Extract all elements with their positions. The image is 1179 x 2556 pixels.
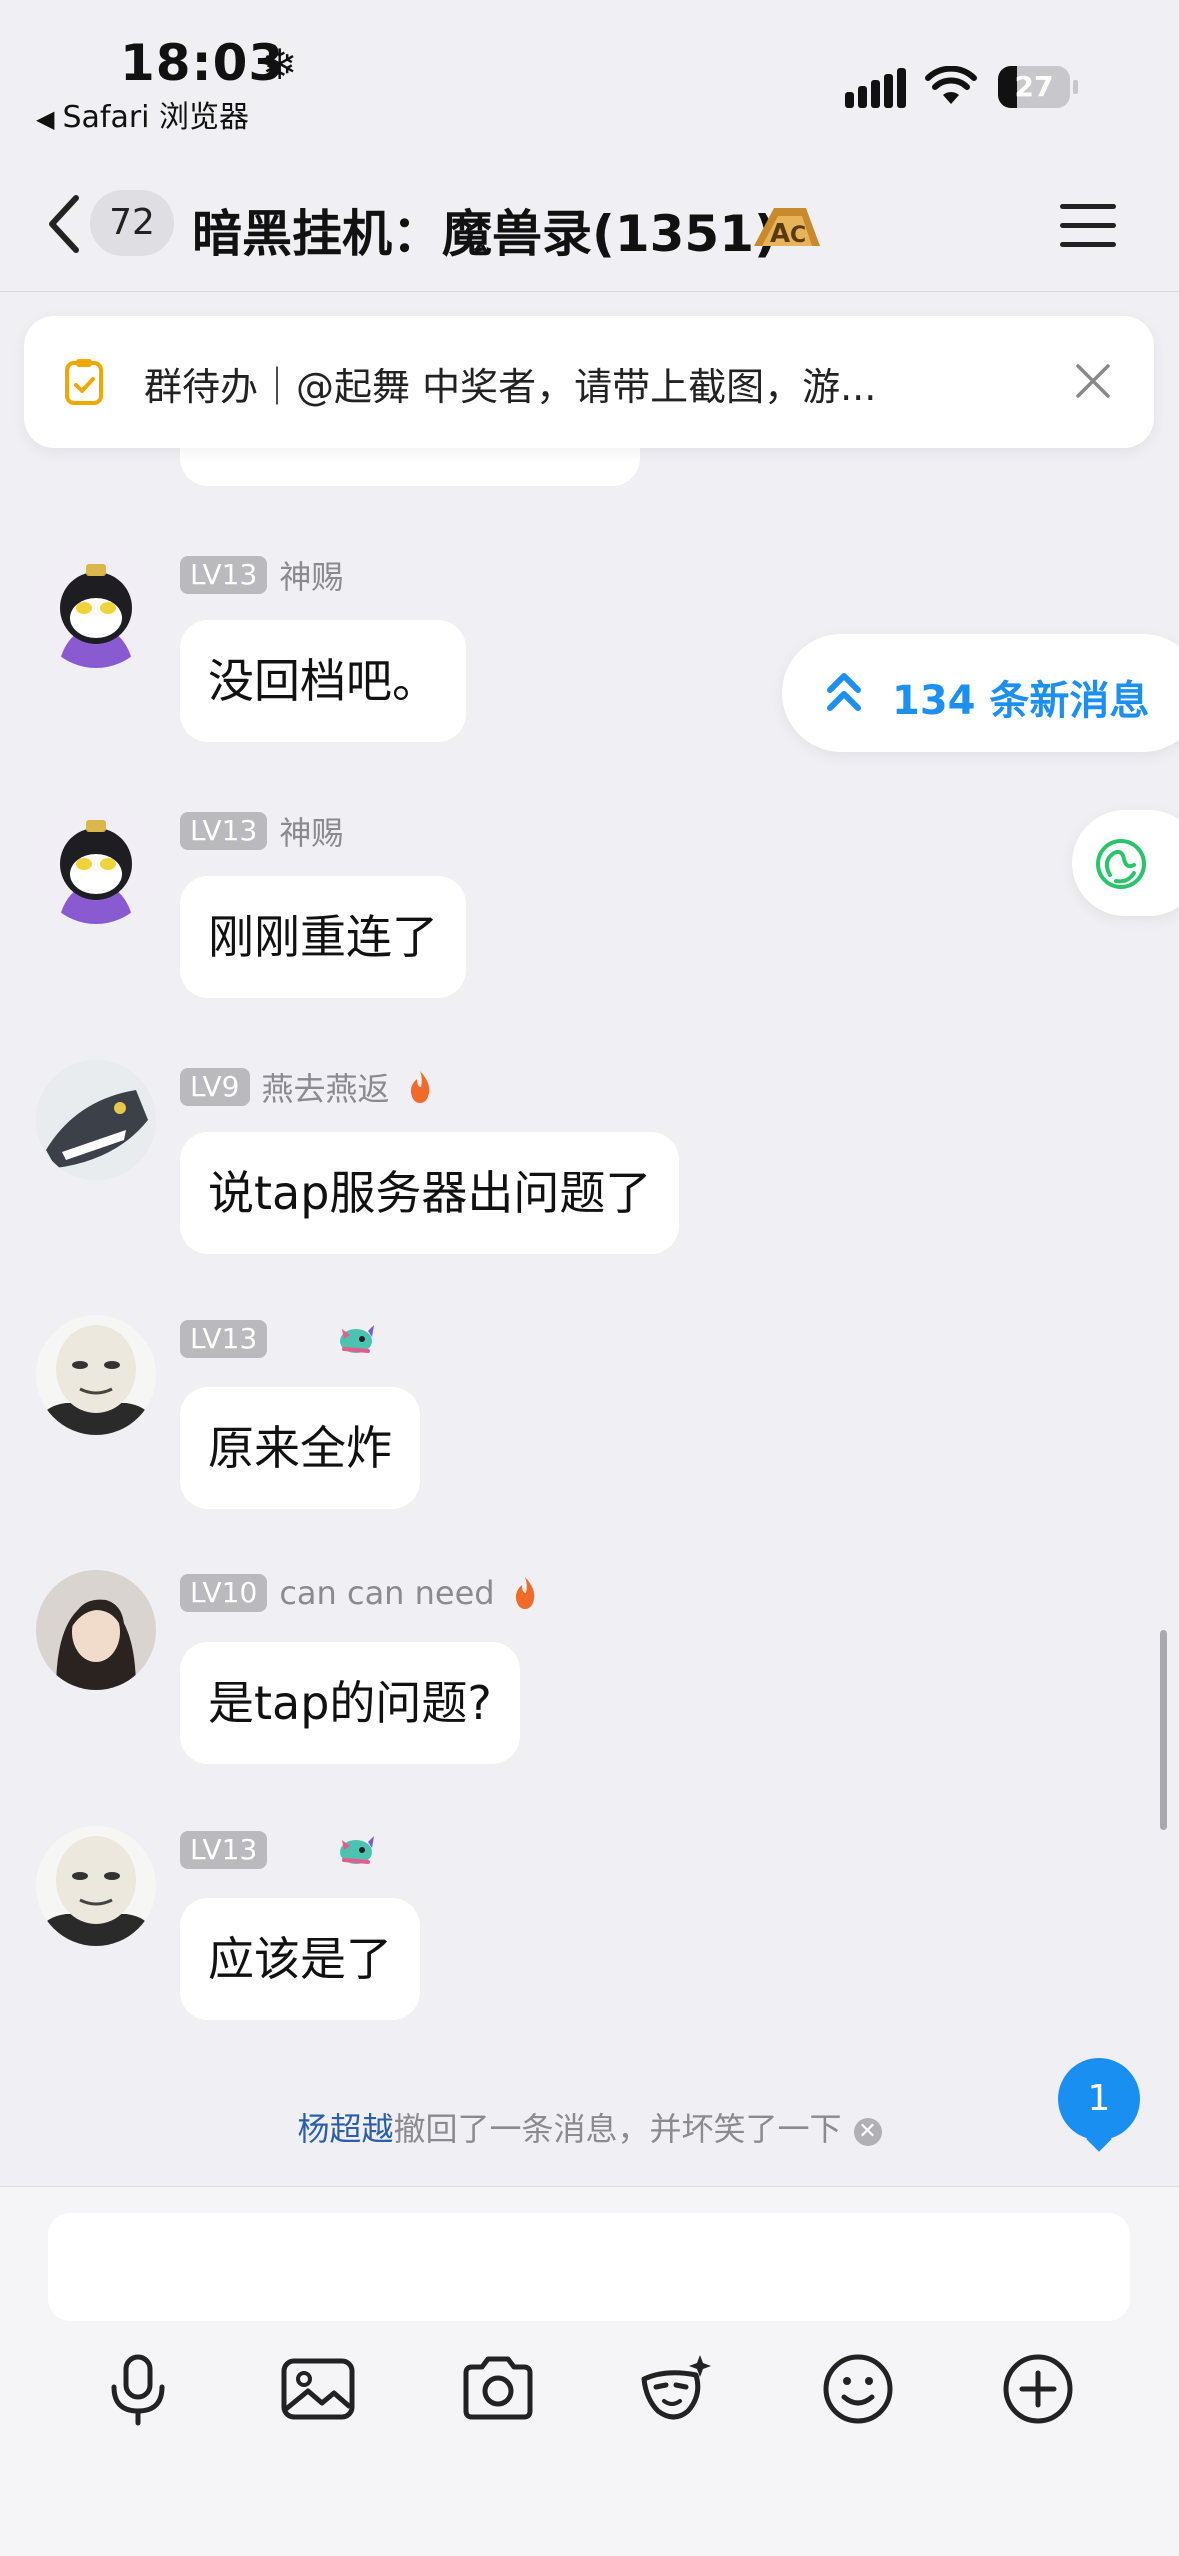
avatar[interactable]: [36, 1060, 156, 1180]
level-badge: LV10: [180, 1574, 268, 1612]
scrollbar-thumb[interactable]: [1160, 1630, 1167, 1830]
menu-icon[interactable]: [1060, 204, 1116, 248]
dragon-badge-icon: [340, 1325, 375, 1353]
message-bubble[interactable]: 应该是了: [180, 1898, 420, 2020]
avatar[interactable]: [36, 548, 156, 668]
back-app-label: Safari 浏览器: [62, 100, 250, 135]
status-bar: 18:03 ❄ ◀ Safari 浏览器 27: [0, 0, 1179, 150]
plus-icon[interactable]: [998, 2349, 1078, 2429]
recall-notice: 杨超越撤回了一条消息，并坏笑了一下 ✕: [0, 2104, 1179, 2150]
sender-name[interactable]: 神赐: [279, 808, 343, 854]
message-bubble[interactable]: 没回档吧。: [180, 620, 466, 742]
battery-level: 27: [1014, 70, 1054, 103]
ace-badge-icon: A C: [754, 208, 820, 249]
message-bubble[interactable]: 原来全炸: [180, 1387, 420, 1509]
status-time: 18:03: [120, 34, 285, 92]
image-icon[interactable]: [278, 2349, 358, 2429]
svg-text:A: A: [770, 219, 790, 249]
swirl-icon: [1096, 839, 1146, 889]
back-to-safari-link[interactable]: ◀ Safari 浏览器: [36, 92, 249, 136]
double-chevron-up-icon: [827, 673, 861, 711]
dragon-badge-icon: [340, 1836, 375, 1864]
composer: [0, 2186, 1179, 2556]
back-chevron-icon[interactable]: [44, 194, 84, 254]
message-bubble[interactable]: 是tap的问题?: [180, 1642, 520, 1764]
new-messages-label: 134 条新消息: [892, 678, 1150, 724]
unread-count-badge[interactable]: 72: [90, 190, 174, 256]
new-messages-button[interactable]: 134 条新消息: [782, 634, 1179, 752]
group-todo-banner[interactable]: 群待办｜@起舞 中奖者，请带上截图，游...: [24, 316, 1154, 448]
flame-icon: [410, 1071, 429, 1103]
chat-nav-bar: 72 暗黑挂机：魔兽录(1351) A C: [0, 150, 1179, 292]
message-bubble[interactable]: 刚刚重连了: [180, 876, 466, 998]
side-float-button[interactable]: [1072, 810, 1179, 916]
microphone-icon[interactable]: [98, 2349, 178, 2429]
level-badge: LV9: [180, 1068, 250, 1106]
svg-text:C: C: [790, 223, 806, 248]
snowflake-icon: ❄: [262, 40, 298, 89]
level-badge: LV13: [180, 556, 268, 594]
flame-icon: [515, 1577, 534, 1609]
camera-icon[interactable]: [458, 2349, 538, 2429]
back-triangle-icon: ◀: [36, 105, 55, 133]
message-bubble[interactable]: 说tap服务器出问题了: [180, 1132, 680, 1254]
level-badge: LV13: [180, 1831, 268, 1869]
avatar[interactable]: [36, 1826, 156, 1946]
close-icon[interactable]: [1074, 362, 1112, 400]
sender-name[interactable]: can can need: [279, 1574, 494, 1612]
recall-text: 撤回了一条消息，并坏笑了一下: [393, 2110, 842, 2148]
level-badge: LV13: [180, 812, 268, 850]
emoji-icon[interactable]: [818, 2349, 898, 2429]
recall-user-name[interactable]: 杨超越: [297, 2110, 393, 2148]
battery-icon: 27: [998, 66, 1078, 108]
unread-mention-button[interactable]: 1: [1058, 2058, 1140, 2140]
sender-name[interactable]: 神赐: [279, 552, 343, 598]
sender-name[interactable]: 燕去燕返: [262, 1064, 390, 1110]
group-title[interactable]: 暗黑挂机：魔兽录(1351): [192, 194, 777, 266]
sticker-icon[interactable]: [636, 2349, 716, 2429]
level-badge: LV13: [180, 1320, 268, 1358]
todo-banner-text: 群待办｜@起舞 中奖者，请带上截图，游...: [144, 365, 877, 409]
avatar[interactable]: [36, 1570, 156, 1690]
wifi-icon: [925, 66, 977, 104]
avatar[interactable]: [36, 804, 156, 924]
avatar[interactable]: [36, 1315, 156, 1435]
message-input[interactable]: [48, 2213, 1130, 2321]
todo-clipboard-icon: [65, 359, 103, 405]
cellular-signal-icon: [845, 68, 906, 108]
dismiss-icon[interactable]: ✕: [853, 2118, 882, 2146]
